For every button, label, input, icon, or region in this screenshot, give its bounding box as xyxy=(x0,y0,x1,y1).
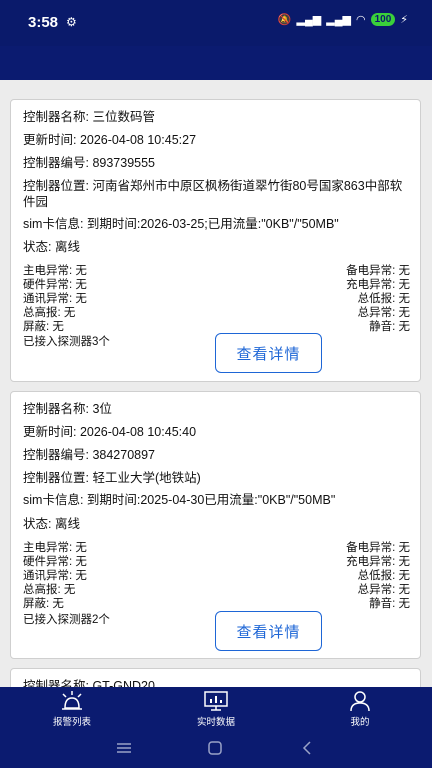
controller-card[interactable]: 控制器名称: 三位数码管 更新时间: 2026-04-08 10:45:27 控… xyxy=(10,99,421,382)
controller-location: 控制器位置: 轻工业大学(地铁站) xyxy=(23,471,201,485)
menu-icon[interactable] xyxy=(115,740,133,756)
status-text: 状态: 离线 xyxy=(23,240,80,254)
detector-count: 已接入探测器3个 xyxy=(23,336,110,348)
alarm-light-icon xyxy=(62,691,82,710)
controller-list[interactable]: 控制器名称: 三位数码管 更新时间: 2026-04-08 10:45:27 控… xyxy=(0,80,432,687)
view-details-button[interactable]: 查看详情 xyxy=(215,611,322,651)
update-time: 更新时间: 2026-04-08 10:45:27 xyxy=(23,133,197,147)
controller-name: 控制器名称: 三位数码管 xyxy=(23,110,155,124)
nav-alarm-label: 报警列表 xyxy=(52,717,91,728)
controller-location: 控制器位置: 河南省郑州市中原区枫杨街道翠竹街80号国家863中部软件园 xyxy=(23,179,403,209)
controller-card[interactable]: 控制器名称: GT-GND20 xyxy=(10,668,421,687)
settings-icon: ⚙ xyxy=(66,15,77,29)
mute: 静音: 无 xyxy=(369,598,410,610)
shield: 屏蔽: 无 xyxy=(23,598,64,610)
nav-realtime-data[interactable]: 实时数据 xyxy=(176,690,256,728)
nav-mine-label: 我的 xyxy=(350,717,370,728)
system-nav-bar xyxy=(0,730,432,768)
sim-info: sim卡信息: 到期时间:2026-03-25;已用流量:"0KB"/"50MB… xyxy=(23,217,339,231)
view-details-button[interactable]: 查看详情 xyxy=(215,333,322,373)
signal-icon: ▂▄▆ xyxy=(296,14,322,26)
wifi-icon: ◠ xyxy=(355,14,366,26)
home-icon[interactable] xyxy=(206,740,224,756)
sim-info: sim卡信息: 到期时间:2025-04-30已用流量:"0KB"/"50MB" xyxy=(23,493,336,507)
status-time: 3:58 xyxy=(28,14,59,31)
mute-icon: 🔕 xyxy=(277,14,292,26)
nav-alarm-list[interactable]: 报警列表 xyxy=(32,690,112,728)
mute: 静音: 无 xyxy=(369,321,410,333)
update-time: 更新时间: 2026-04-08 10:45:40 xyxy=(23,425,197,439)
nav-realtime-label: 实时数据 xyxy=(196,717,235,728)
controller-name: 控制器名称: 3位 xyxy=(23,402,112,416)
status-text: 状态: 离线 xyxy=(23,517,80,531)
back-icon[interactable] xyxy=(298,740,316,756)
charging-icon: ⚡ xyxy=(400,14,408,26)
signal-icon-2: ▂▄▆ xyxy=(326,14,351,26)
header-bar xyxy=(0,46,432,80)
controller-card[interactable]: 控制器名称: 3位 更新时间: 2026-04-08 10:45:40 控制器编… xyxy=(10,391,421,659)
bottom-nav: 报警列表 实时数据 我的 xyxy=(0,687,432,730)
controller-name: 控制器名称: GT-GND20 xyxy=(23,679,155,687)
controller-code: 控制器编号: 893739555 xyxy=(23,156,156,170)
controller-code: 控制器编号: 384270897 xyxy=(23,448,156,462)
shield: 屏蔽: 无 xyxy=(23,321,64,333)
nav-mine[interactable]: 我的 xyxy=(320,690,400,728)
person-icon xyxy=(350,691,370,712)
detector-count: 已接入探测器2个 xyxy=(23,614,110,626)
status-bar: 3:58 ⚙ 🔕 ▂▄▆ ▂▄▆ ◠ 100 ⚡ xyxy=(0,0,432,46)
monitor-chart-icon xyxy=(204,691,228,711)
battery-indicator: 100 xyxy=(370,13,396,26)
